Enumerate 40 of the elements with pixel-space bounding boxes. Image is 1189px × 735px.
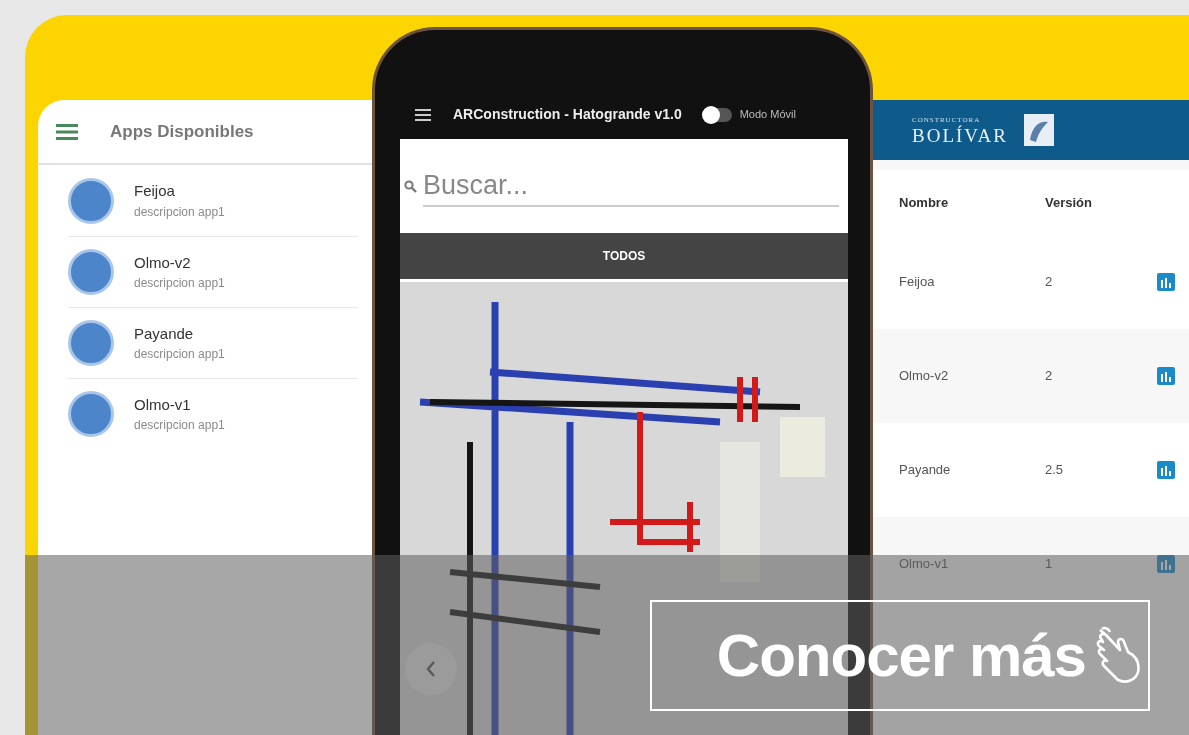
table-cell-text: Olmo-v1 — [899, 555, 950, 574]
app-description: descripcion app1 — [134, 417, 225, 435]
search-icon — [404, 179, 417, 193]
app-name: Olmo-v2 — [134, 252, 192, 273]
search-bar[interactable]: Buscar... — [400, 139, 848, 233]
table-cell-text: Olmo-v2 — [899, 367, 950, 386]
table-cell-text: 2 — [1045, 273, 1054, 292]
app-name: Feijoa — [134, 181, 176, 202]
bar-chart-icon[interactable] — [1157, 461, 1175, 479]
avatar-icon — [68, 391, 114, 437]
bar-chart-icon[interactable] — [1157, 555, 1175, 573]
avatar-icon — [68, 177, 114, 224]
column-header: Nombre — [899, 193, 950, 212]
toggle-label: Modo Móvil — [739, 107, 796, 123]
menu-icon[interactable] — [415, 108, 431, 121]
app-description: descripcion app1 — [134, 203, 225, 221]
avatar-icon — [68, 249, 114, 295]
app-name: Olmo-v1 — [134, 394, 192, 415]
app-list-item[interactable]: Olmo-v1 descripcion app1 — [68, 378, 358, 449]
avatar-icon — [68, 320, 114, 366]
table-cell-text: 2 — [1045, 367, 1054, 386]
app-list-item[interactable]: Feijoa descripcion app1 — [68, 165, 358, 236]
mode-toggle[interactable] — [703, 107, 732, 122]
table-cell-text: Feijoa — [899, 273, 936, 292]
brand-name: BOLÍVAR — [912, 125, 1008, 145]
chevron-left-icon — [426, 660, 436, 678]
app-description: descripcion app1 — [134, 275, 225, 293]
app-name: Payande — [134, 323, 195, 344]
app-description: descripcion app1 — [134, 346, 225, 364]
table-cell-text: 2.5 — [1045, 461, 1065, 480]
column-header: Versión — [1045, 193, 1093, 212]
app-list-item[interactable]: Olmo-v2 descripcion app1 — [68, 236, 358, 307]
logo-icon — [1022, 112, 1056, 148]
app-list-item[interactable]: Payande descripcion app1 — [68, 307, 358, 378]
bar-chart-icon[interactable] — [1157, 367, 1175, 385]
panel-title: Apps Disponibles — [110, 120, 254, 143]
table-cell-text: Payande — [899, 461, 952, 480]
table-cell-text: 1 — [1045, 555, 1054, 574]
app-title: ARConstruction - Hatogrande v1.0 — [453, 105, 682, 125]
bar-chart-icon[interactable] — [1157, 273, 1175, 291]
